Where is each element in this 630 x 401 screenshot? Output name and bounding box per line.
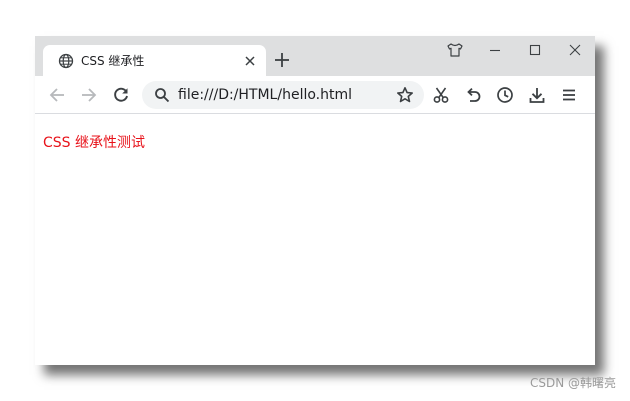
download-icon[interactable]: [528, 86, 546, 104]
close-icon[interactable]: [565, 42, 585, 58]
search-icon: [154, 87, 170, 103]
new-tab-icon[interactable]: [273, 51, 291, 69]
page-content: CSS 继承性测试: [35, 114, 595, 365]
browser-window: CSS 继承性 file:///D:/HTML/hello.html CSS 继…: [35, 36, 595, 365]
minimize-icon[interactable]: [485, 42, 505, 58]
back-icon[interactable]: [48, 86, 66, 104]
tab-active[interactable]: CSS 继承性: [43, 45, 266, 76]
tab-close-icon[interactable]: [242, 53, 258, 69]
screenshot-canvas: CSS 继承性 file:///D:/HTML/hello.html CSS 继…: [0, 0, 630, 401]
tab-strip: CSS 继承性: [35, 36, 595, 76]
bookmark-star-icon[interactable]: [396, 86, 414, 104]
watermark: CSDN @韩曙亮: [529, 376, 616, 390]
shirt-icon[interactable]: [445, 42, 465, 58]
page-text: CSS 继承性测试: [43, 135, 145, 151]
history-icon[interactable]: [496, 86, 514, 104]
cut-icon[interactable]: [432, 86, 450, 104]
maximize-icon[interactable]: [525, 42, 545, 58]
address-bar[interactable]: file:///D:/HTML/hello.html: [142, 81, 424, 109]
menu-icon[interactable]: [560, 86, 578, 104]
forward-icon[interactable]: [80, 86, 98, 104]
undo-icon[interactable]: [464, 86, 482, 104]
tab-title: CSS 继承性: [81, 54, 145, 68]
globe-icon: [58, 53, 74, 69]
reload-icon[interactable]: [112, 86, 130, 104]
address-url[interactable]: file:///D:/HTML/hello.html: [178, 86, 352, 104]
toolbar: file:///D:/HTML/hello.html: [35, 76, 595, 114]
